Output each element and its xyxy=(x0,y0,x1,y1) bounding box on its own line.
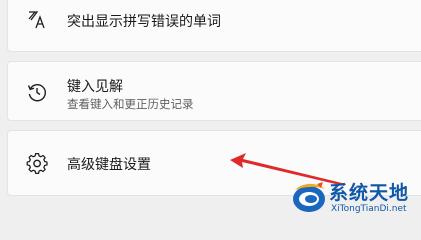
typing-insights-setting-card[interactable]: 键入见解 查看键入和更正历史记录 xyxy=(7,61,421,121)
spellcheck-icon xyxy=(26,8,48,30)
typing-insights-description: 查看键入和更正历史记录 xyxy=(67,97,194,111)
spellcheck-setting-card[interactable]: 突出显示拼写错误的单词 xyxy=(7,0,421,52)
watermark: 系统天地 XiTongTianDi.net xyxy=(291,177,419,219)
advanced-keyboard-settings-title: 高级键盘设置 xyxy=(67,157,151,173)
watermark-brand: 系统天地 xyxy=(329,182,410,204)
spellcheck-setting-title: 突出显示拼写错误的单词 xyxy=(67,14,221,30)
history-icon xyxy=(26,81,48,103)
gear-icon xyxy=(26,153,48,175)
watermark-url: XiTongTianDi.net xyxy=(331,204,407,214)
typing-insights-title: 键入见解 xyxy=(67,79,123,95)
brand-logo-icon xyxy=(293,182,325,212)
